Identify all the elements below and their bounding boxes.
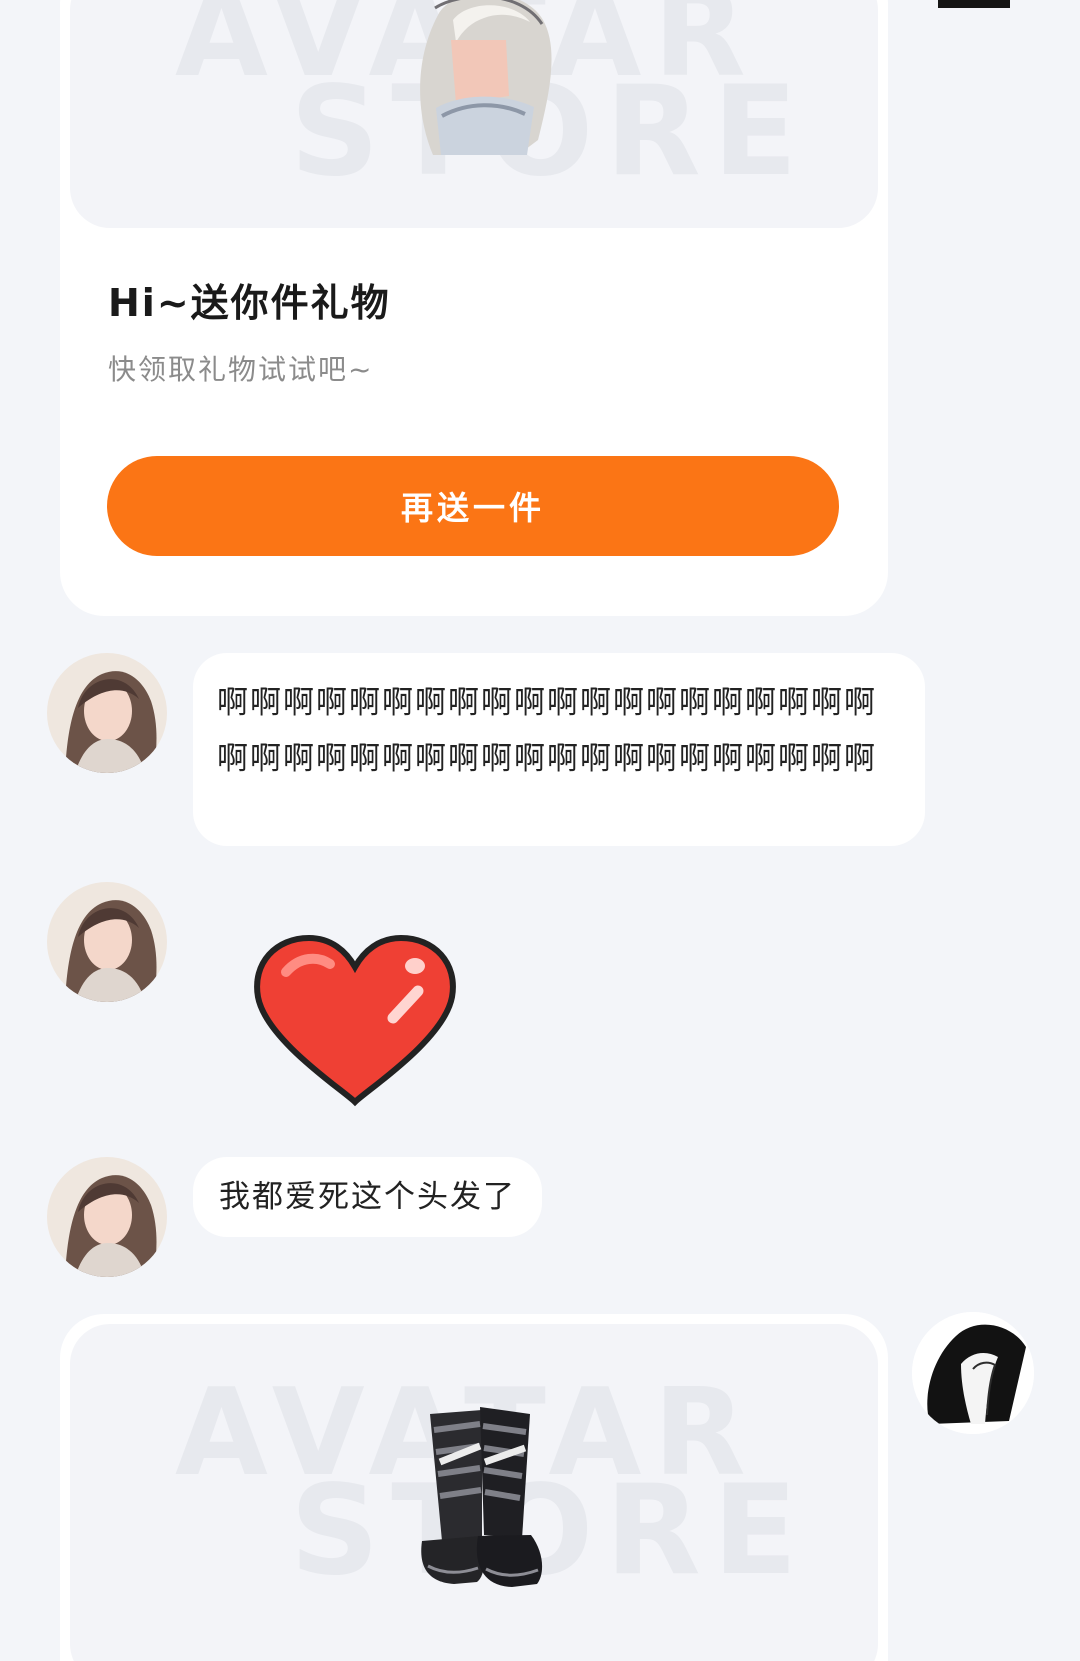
avatar[interactable] [47,1157,167,1277]
avatar[interactable] [47,653,167,773]
gift-preview: AVATAR STORE [70,1324,878,1661]
avatar[interactable] [912,1312,1034,1434]
chat-thread: AVATAR STORE Hi~送你件礼物 快领取礼物试试吧~ 再送一件 啊啊啊… [0,0,1080,1661]
avatar[interactable] [47,882,167,1002]
avatar-hair-preview [420,0,552,155]
gift-card: AVATAR STORE Hi~送你件礼物 快领取礼物试试吧~ 再送一件 [60,0,888,616]
gift-preview: AVATAR STORE [70,0,878,228]
gift-title: Hi~送你件礼物 [108,281,391,325]
boots-preview [421,1407,543,1587]
gift-card: AVATAR STORE [60,1314,888,1661]
message-bubble[interactable]: 啊啊啊啊啊啊啊啊啊啊啊啊啊啊啊啊啊啊啊啊啊啊啊啊啊啊啊啊啊啊啊啊啊啊啊啊啊啊啊啊 [193,653,925,846]
gift-subtitle: 快领取礼物试试吧~ [108,353,374,386]
send-another-button[interactable]: 再送一件 [107,456,839,556]
message-bubble[interactable]: 我都爱死这个头发了 [193,1157,542,1237]
avatar-partial[interactable] [928,0,1018,8]
heart-icon[interactable] [248,932,462,1108]
